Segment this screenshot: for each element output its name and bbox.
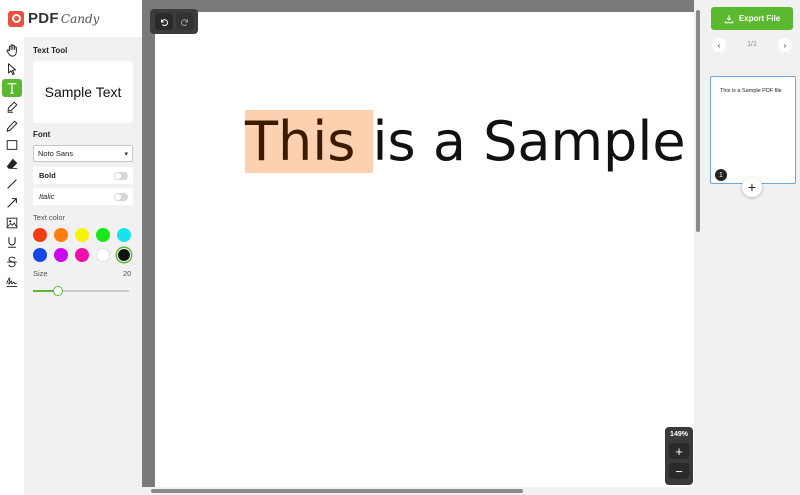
color-swatch[interactable] [33, 248, 47, 262]
highlighted-word[interactable]: This [245, 110, 373, 173]
text-preview: Sample Text [33, 61, 133, 123]
pencil-tool-button[interactable] [2, 117, 22, 135]
line-icon [7, 179, 17, 189]
page-text-rest: is a Sample PDF [372, 110, 695, 173]
horizontal-scrollbar[interactable] [142, 487, 694, 495]
add-page-button[interactable]: + [742, 177, 762, 197]
arrow-tool-button[interactable] [2, 194, 22, 212]
line-tool-button[interactable] [2, 175, 22, 193]
eraser-tool-button[interactable] [2, 155, 22, 173]
hand-tool-button[interactable] [2, 41, 22, 59]
logo-text-candy: Candy [60, 11, 100, 26]
candy-logo-icon [8, 10, 24, 27]
bold-label: Bold [39, 171, 56, 180]
chevron-left-icon: ‹ [717, 40, 721, 50]
color-swatch[interactable] [75, 248, 89, 262]
strikethrough-tool-button[interactable] [2, 253, 22, 271]
pointer-icon [8, 63, 16, 76]
chevron-right-icon: › [783, 40, 787, 50]
zoom-controls: 149% + − [665, 427, 693, 485]
panel-title: Text Tool [33, 46, 68, 55]
thumbnail-page-number: 1 [715, 169, 727, 181]
vertical-scrollbar[interactable] [694, 0, 702, 495]
rectangle-icon [6, 140, 18, 150]
size-slider[interactable] [33, 286, 129, 296]
text-color-label: Text color [33, 213, 66, 222]
font-label: Font [33, 130, 51, 139]
italic-label: Italic [39, 192, 55, 201]
italic-toggle-row[interactable]: Italic [33, 188, 133, 205]
app-logo[interactable]: PDF Candy [0, 0, 140, 37]
bold-switch[interactable] [114, 171, 128, 180]
font-select[interactable]: Noto Sans ▾ [33, 145, 133, 162]
underline-icon [8, 237, 16, 248]
color-swatch[interactable] [54, 248, 68, 262]
pdf-page[interactable]: This is a Sample PDF [155, 12, 695, 488]
undo-button[interactable] [154, 13, 173, 30]
redo-button[interactable] [175, 13, 194, 30]
color-swatch[interactable] [96, 228, 110, 242]
color-swatch[interactable] [33, 228, 47, 242]
pencil-icon [6, 120, 18, 132]
underline-tool-button[interactable] [2, 233, 22, 251]
prev-page-button[interactable]: ‹ [712, 38, 726, 52]
signature-tool-button[interactable] [2, 273, 22, 291]
undo-icon [160, 18, 168, 26]
redo-icon [180, 18, 188, 26]
thumbnail-text: This is a Sample PDF file [720, 88, 782, 94]
zoom-level: 149% [670, 431, 688, 438]
font-select-value: Noto Sans [38, 149, 74, 158]
page-thumbnail[interactable]: This is a Sample PDF file 1 [710, 76, 796, 184]
text-tool-panel: Text Tool Sample Text Font Noto Sans ▾ B… [24, 37, 142, 495]
italic-switch[interactable] [114, 192, 128, 201]
pages-sidebar: Export File ‹ 1/1 › This is a Sample PDF… [702, 0, 800, 495]
bold-toggle-row[interactable]: Bold [33, 167, 133, 184]
page-text-line[interactable]: This is a Sample PDF [245, 109, 695, 175]
image-icon [6, 217, 18, 229]
tool-rail [0, 37, 24, 495]
canvas-area: This is a Sample PDF 149% + − [142, 0, 702, 495]
color-swatch[interactable] [54, 228, 68, 242]
eraser-icon [6, 158, 18, 169]
marker-tool-button[interactable] [2, 98, 22, 116]
text-icon [7, 83, 17, 94]
export-file-button[interactable]: Export File [711, 7, 793, 30]
page-indicator: 1/1 [747, 41, 757, 48]
color-swatch[interactable] [117, 248, 131, 262]
size-value: 20 [123, 269, 132, 278]
zoom-in-button[interactable]: + [669, 443, 689, 459]
color-swatch[interactable] [117, 228, 131, 242]
download-icon [724, 14, 734, 23]
marker-icon [7, 101, 18, 113]
history-toolbar [150, 9, 198, 34]
size-slider-handle[interactable] [52, 286, 63, 296]
logo-text-pdf: PDF [28, 10, 59, 27]
size-label: Size [33, 269, 48, 278]
signature-icon [6, 277, 18, 287]
vertical-scrollbar-thumb[interactable] [696, 10, 700, 232]
strikethrough-icon [7, 256, 17, 268]
rectangle-tool-button[interactable] [2, 136, 22, 154]
text-tool-button[interactable] [2, 79, 22, 97]
color-swatch[interactable] [96, 248, 110, 262]
arrow-icon [7, 198, 17, 208]
chevron-down-icon: ▾ [124, 150, 128, 158]
zoom-out-button[interactable]: − [669, 463, 689, 479]
select-tool-button[interactable] [2, 60, 22, 78]
color-swatch[interactable] [75, 228, 89, 242]
next-page-button[interactable]: › [778, 38, 792, 52]
horizontal-scrollbar-thumb[interactable] [151, 489, 523, 493]
export-file-label: Export File [738, 14, 781, 23]
image-tool-button[interactable] [2, 214, 22, 232]
hand-icon [6, 44, 17, 57]
